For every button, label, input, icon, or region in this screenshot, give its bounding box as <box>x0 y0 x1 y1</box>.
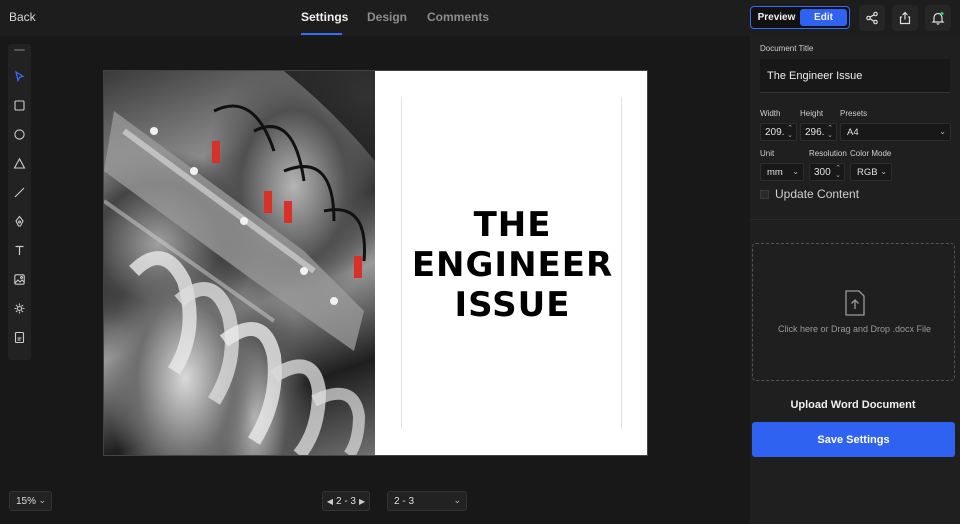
text-tool[interactable] <box>11 242 28 259</box>
export-icon <box>899 11 911 25</box>
unit-label: Unit <box>760 149 775 158</box>
update-content-checkbox[interactable]: Update Content <box>760 187 859 201</box>
text-icon <box>15 245 24 255</box>
notifications-button[interactable] <box>925 5 951 31</box>
resolution-value: 300 <box>814 166 831 178</box>
tool-palette <box>8 44 31 360</box>
page-select[interactable]: 2 - 3 ⌄ <box>387 491 467 511</box>
height-label: Height <box>800 109 824 118</box>
triangle-tool[interactable] <box>11 155 28 172</box>
chevron-down-icon: ⌄ <box>38 495 46 505</box>
page-tool[interactable] <box>11 329 28 346</box>
engine-photo[interactable] <box>104 71 375 455</box>
document-page[interactable]: THE ENGINEER ISSUE <box>103 70 648 456</box>
line-icon <box>14 187 25 198</box>
resolution-stepper-icon[interactable]: ⌃ ⌄ <box>835 165 841 179</box>
export-button[interactable] <box>892 5 918 31</box>
page-select-value: 2 - 3 <box>394 495 415 507</box>
engine-photo-illustration <box>104 71 375 455</box>
edit-button[interactable]: Edit <box>800 9 847 26</box>
circle-tool[interactable] <box>11 126 28 143</box>
zoom-select[interactable]: 15% ⌄ <box>9 491 52 511</box>
color-mode-label: Color Mode <box>850 149 892 158</box>
presets-label: Presets <box>840 109 868 118</box>
toolbar-drag-handle[interactable] <box>14 49 25 51</box>
active-tab-indicator <box>301 33 342 35</box>
zoom-value: 15% <box>16 495 37 507</box>
share-button[interactable] <box>859 5 885 31</box>
page-icon <box>14 331 25 344</box>
preview-button[interactable]: Preview <box>753 9 800 26</box>
update-content-label: Update Content <box>775 187 860 201</box>
resolution-label: Resolution <box>809 149 847 158</box>
line-tool[interactable] <box>11 184 28 201</box>
rectangle-icon <box>14 100 25 111</box>
tab-comments[interactable]: Comments <box>427 10 489 24</box>
upload-word-document-heading: Upload Word Document <box>790 399 916 411</box>
presets-value: A4 <box>847 126 859 138</box>
pen-icon <box>15 215 24 227</box>
presets-select[interactable]: A4 ⌄ <box>840 123 951 141</box>
width-label: Width <box>760 109 781 118</box>
page-pager: ◀ 2 - 3 ▶ <box>322 491 370 511</box>
top-bar: Back Settings Design Comments Preview Ed… <box>0 0 960 36</box>
width-stepper-icon[interactable]: ⌃ ⌄ <box>787 125 793 139</box>
component-tool[interactable] <box>11 300 28 317</box>
dropzone-text: Click here or Drag and Drop .docx File <box>777 324 932 334</box>
component-icon <box>14 303 25 314</box>
document-title-label: Document Title <box>760 44 814 53</box>
color-mode-value: RGB <box>857 166 878 178</box>
rectangle-tool[interactable] <box>11 97 28 114</box>
previous-page-icon[interactable]: ◀ <box>327 497 333 506</box>
document-title-input[interactable]: The Engineer Issue <box>760 59 950 93</box>
width-input[interactable]: 209. ⌃ ⌄ <box>760 123 797 141</box>
resolution-input[interactable]: 300 ⌃ ⌄ <box>809 163 845 181</box>
select-pointer-icon <box>15 70 25 83</box>
color-mode-select[interactable]: RGB ⌄ <box>850 163 892 181</box>
checkbox-icon[interactable] <box>760 189 769 199</box>
unit-select[interactable]: mm ⌄ <box>760 163 804 181</box>
docx-dropzone[interactable]: Click here or Drag and Drop .docx File <box>752 243 955 381</box>
page-range-label: 2 - 3 <box>335 495 356 507</box>
save-settings-button[interactable]: Save Settings <box>752 422 955 457</box>
chevron-down-icon: ⌄ <box>880 167 887 176</box>
chevron-down-icon: ⌄ <box>453 495 461 505</box>
page-title-text[interactable]: THE ENGINEER ISSUE <box>376 205 649 325</box>
tab-settings[interactable]: Settings <box>301 10 348 24</box>
preview-edit-toggle: Preview Edit <box>750 6 850 29</box>
back-button[interactable]: Back <box>9 10 36 24</box>
image-tool[interactable] <box>11 271 28 288</box>
width-value: 209. <box>765 126 785 138</box>
tab-design[interactable]: Design <box>367 10 407 24</box>
upload-file-icon <box>845 290 865 316</box>
triangle-icon <box>13 157 26 169</box>
notification-bell-icon <box>931 11 945 25</box>
chevron-down-icon: ⌄ <box>939 127 946 136</box>
image-icon <box>14 274 25 285</box>
chevron-down-icon: ⌄ <box>792 167 799 176</box>
panel-divider <box>750 219 960 220</box>
select-tool[interactable] <box>11 68 28 85</box>
circle-icon <box>14 129 25 140</box>
height-stepper-icon[interactable]: ⌃ ⌄ <box>827 125 833 139</box>
pen-tool[interactable] <box>11 213 28 230</box>
next-page-icon[interactable]: ▶ <box>359 497 365 506</box>
share-icon <box>866 11 878 25</box>
unit-value: mm <box>767 166 783 178</box>
height-input[interactable]: 296. ⌃ ⌄ <box>800 123 837 141</box>
height-value: 296. <box>805 126 825 138</box>
